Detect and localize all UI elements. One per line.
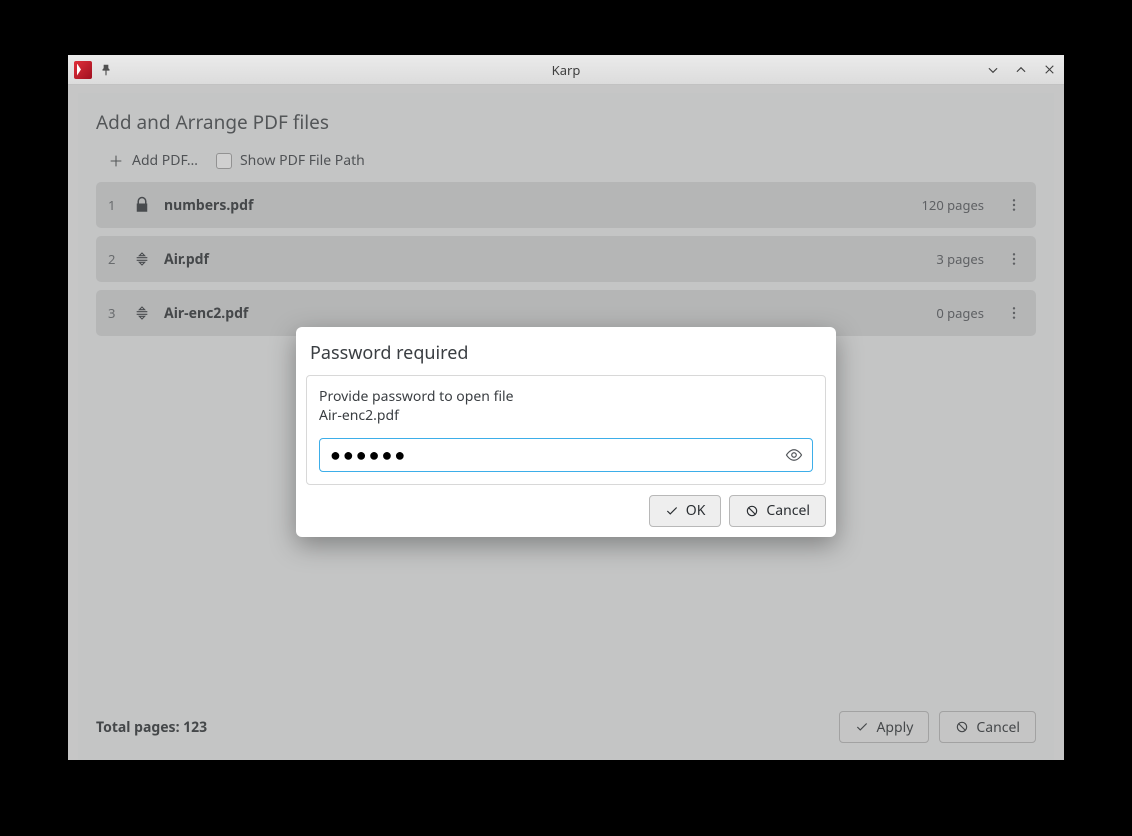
maximize-button[interactable] — [1012, 61, 1030, 79]
dialog-cancel-button[interactable]: Cancel — [729, 495, 826, 527]
window-title: Karp — [552, 61, 581, 79]
pin-icon[interactable] — [98, 62, 114, 78]
dialog-message: Provide password to open file Air-enc2.p… — [319, 388, 813, 426]
dialog-title: Password required — [306, 337, 826, 375]
check-icon — [665, 504, 679, 518]
close-button[interactable] — [1040, 61, 1058, 79]
show-password-icon[interactable] — [785, 446, 803, 464]
password-dialog: Password required Provide password to op… — [296, 327, 836, 537]
ok-button[interactable]: OK — [649, 495, 722, 527]
password-input[interactable] — [319, 438, 813, 472]
forbidden-icon — [745, 504, 759, 518]
minimize-button[interactable] — [984, 61, 1002, 79]
app-icon — [74, 61, 92, 79]
titlebar: Karp — [68, 55, 1064, 85]
